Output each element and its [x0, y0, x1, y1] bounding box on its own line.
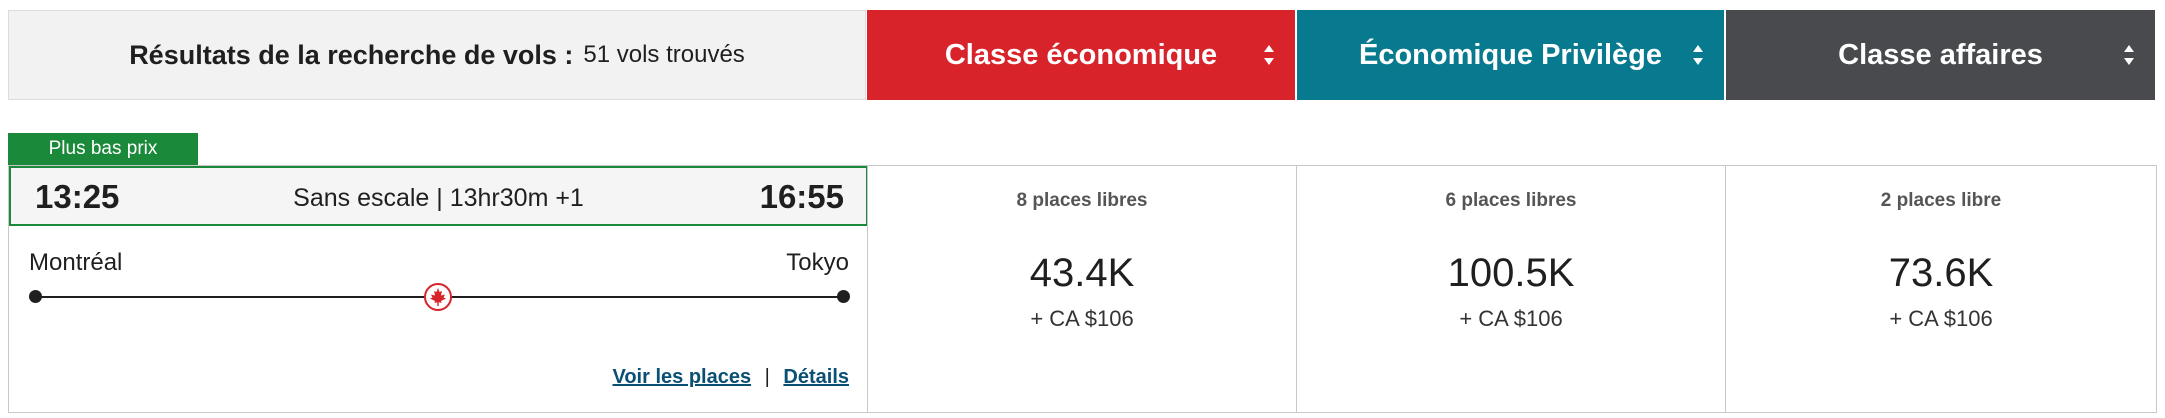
view-seats-link[interactable]: Voir les places [612, 366, 751, 388]
fare-economy-cell[interactable]: 8 places libres 43.4K + CA $106 [867, 165, 1297, 413]
destination-city: Tokyo [786, 249, 849, 276]
seats-available: 6 places libres [1445, 190, 1577, 211]
origin-city: Montréal [29, 249, 123, 276]
fare-fees: + CA $106 [1459, 306, 1563, 331]
arrival-time: 16:55 [759, 178, 844, 215]
maple-leaf-icon [424, 283, 452, 311]
results-count: 51 vols trouvés [583, 41, 745, 68]
tab-premium-economy[interactable]: Économique Privilège [1297, 10, 1724, 100]
origin-dot [29, 290, 42, 303]
flight-summary-strip: 13:25 Sans escale | 13hr30m +1 16:55 [9, 166, 868, 226]
flight-details-cell: 13:25 Sans escale | 13hr30m +1 16:55 Mon… [8, 165, 868, 413]
tab-business[interactable]: Classe affaires [1726, 10, 2155, 100]
fare-fees: + CA $106 [1030, 306, 1134, 331]
fare-points: 100.5K [1447, 251, 1575, 295]
seats-available: 8 places libres [1016, 190, 1148, 211]
fare-fees: + CA $106 [1889, 306, 1993, 331]
sort-icon[interactable] [1690, 41, 1706, 69]
tab-economy[interactable]: Classe économique [867, 10, 1295, 100]
lowest-price-badge: Plus bas prix [8, 133, 198, 165]
tab-premium-economy-label: Économique Privilège [1359, 38, 1662, 71]
tab-economy-label: Classe économique [944, 38, 1218, 71]
fare-premium-economy-cell[interactable]: 6 places libres 100.5K + CA $106 [1297, 165, 1726, 413]
tab-business-label: Classe affaires [1838, 38, 2043, 71]
results-title: Résultats de la recherche de vols : [129, 39, 574, 70]
fare-points: 43.4K [1029, 251, 1135, 295]
results-header: Résultats de la recherche de vols : 51 v… [0, 0, 2165, 102]
seats-available: 2 places libre [1880, 190, 2002, 211]
fare-points: 73.6K [1888, 251, 1994, 295]
fare-business-cell[interactable]: 2 places libre 73.6K + CA $106 [1726, 165, 2157, 413]
results-summary: Résultats de la recherche de vols : 51 v… [8, 10, 866, 100]
flight-info: Sans escale | 13hr30m +1 [293, 184, 584, 212]
destination-dot [837, 290, 850, 303]
flight-links: Voir les places | Détails [612, 366, 849, 389]
sort-icon[interactable] [2121, 41, 2137, 69]
sort-icon[interactable] [1261, 41, 1277, 69]
details-link[interactable]: Détails [783, 366, 849, 388]
links-separator: | [764, 366, 770, 388]
